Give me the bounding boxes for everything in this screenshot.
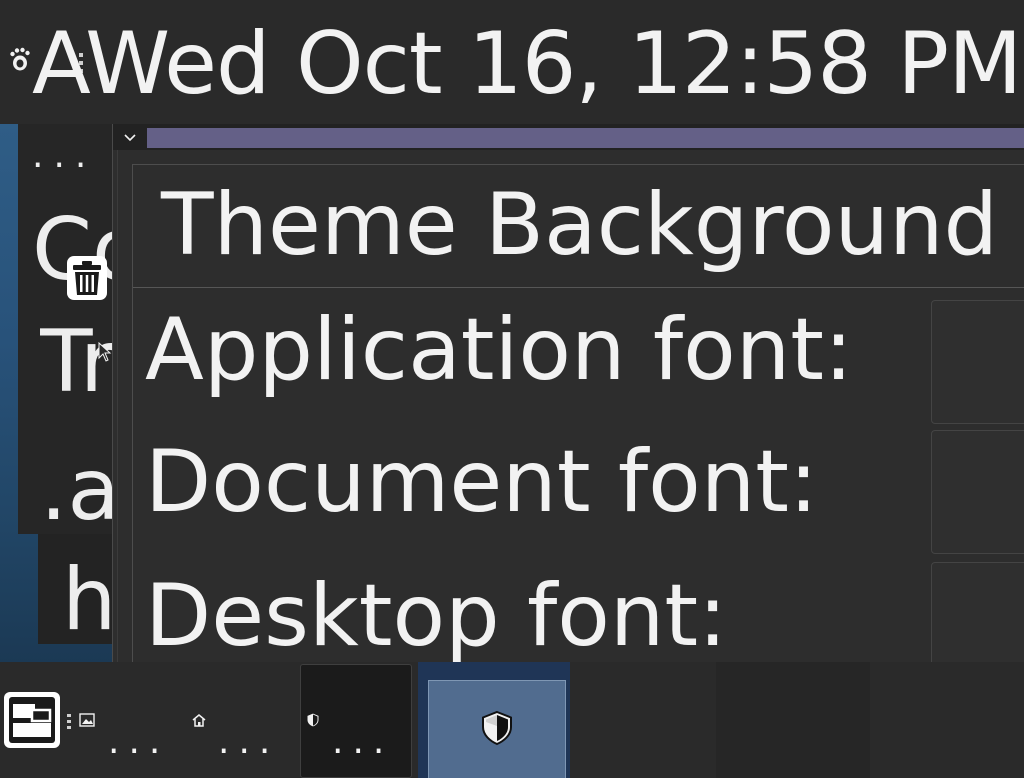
screen: AWed Oct 16, 12:58 PM ... Co Tr .as h — [0, 0, 1024, 778]
desktop-item-label[interactable]: h — [62, 550, 112, 650]
tab-theme[interactable]: Theme — [161, 175, 458, 275]
taskbar-slot[interactable] — [570, 662, 717, 778]
window-titlebar[interactable] — [113, 124, 1024, 150]
trash-icon[interactable] — [64, 254, 110, 302]
gnome-foot-icon[interactable] — [9, 45, 31, 73]
desktop-font-button[interactable] — [931, 562, 1024, 664]
active-task-button[interactable] — [428, 680, 566, 778]
application-font-row: Application font: — [133, 298, 1024, 428]
launcher-drag-handle-icon[interactable] — [67, 714, 71, 730]
window-content: Theme Background Application font: Docum… — [117, 150, 1024, 664]
shield-icon — [480, 710, 514, 750]
taskbar-slot[interactable] — [870, 662, 1024, 778]
mouse-pointer-icon — [98, 341, 112, 362]
home-folder-icon[interactable] — [190, 710, 208, 730]
desktop-font-label: Desktop font: — [145, 566, 728, 664]
appearance-window: Theme Background Application font: Docum… — [112, 124, 1024, 664]
settings-notebook: Theme Background Application font: Docum… — [132, 164, 1024, 664]
clock-label[interactable]: AWed Oct 16, 12:58 PM — [32, 12, 1022, 116]
desktop-item-label[interactable]: .as — [40, 440, 112, 540]
document-font-row: Document font: — [133, 430, 1024, 560]
tab-strip: Theme Background — [133, 165, 1024, 288]
tab-background[interactable]: Background — [485, 175, 998, 275]
fonts-settings-panel: Application font: Document font: Desktop… — [133, 288, 1024, 664]
image-viewer-icon[interactable] — [78, 710, 96, 730]
shield-icon[interactable] — [304, 710, 322, 730]
application-font-label: Application font: — [145, 300, 853, 400]
application-font-button[interactable] — [931, 300, 1024, 424]
taskbar-slot[interactable] — [716, 662, 871, 778]
desktop-font-row: Desktop font: — [133, 560, 1024, 664]
launcher-ellipsis: ... — [218, 721, 280, 762]
launcher-ellipsis: ... — [332, 721, 394, 762]
window-title-area[interactable] — [147, 128, 1024, 148]
bottom-taskbar: ... ... ... — [0, 662, 1024, 778]
document-font-label: Document font: — [145, 432, 818, 532]
show-desktop-icon[interactable] — [2, 690, 62, 750]
launcher-ellipsis: ... — [108, 721, 170, 762]
chevron-down-icon[interactable] — [119, 128, 141, 148]
desktop-ellipsis: ... — [32, 135, 97, 176]
top-panel: AWed Oct 16, 12:58 PM — [0, 0, 1024, 124]
document-font-button[interactable] — [931, 430, 1024, 554]
